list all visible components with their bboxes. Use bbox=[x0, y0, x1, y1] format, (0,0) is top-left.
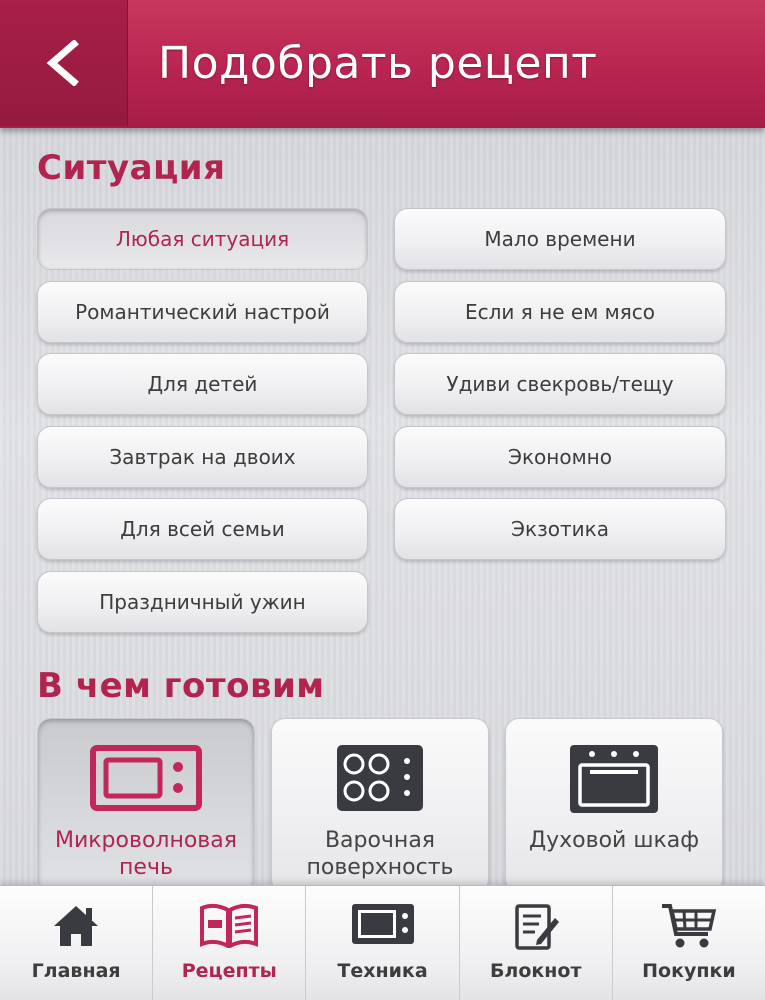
situation-option-little-time[interactable]: Мало времени bbox=[394, 208, 726, 270]
cooktop-icon bbox=[337, 745, 423, 811]
tab-shopping[interactable]: Покупки bbox=[613, 886, 765, 1000]
bottom-tab-bar: Главная Рецепты Техника Блокнот Покупки bbox=[0, 885, 765, 1000]
home-icon bbox=[54, 906, 99, 946]
situation-option-family[interactable]: Для всей семьи bbox=[37, 498, 368, 560]
tab-label: Блокнот bbox=[489, 960, 582, 982]
situation-option-breakfast[interactable]: Завтрак на двоих bbox=[37, 426, 368, 488]
cook-option-label: Духовой шкаф bbox=[528, 828, 700, 853]
tab-home[interactable]: Главная bbox=[0, 886, 154, 1000]
notepad-icon bbox=[514, 904, 559, 950]
content-area: Ситуация Любая ситуация Романтический на… bbox=[0, 128, 765, 885]
situation-option-holiday[interactable]: Праздничный ужин bbox=[37, 571, 368, 633]
cooking-title: В чем готовим bbox=[37, 666, 325, 706]
situation-option-romantic[interactable]: Романтический настрой bbox=[37, 281, 368, 343]
back-button[interactable] bbox=[0, 0, 128, 126]
tab-label: Рецепты bbox=[181, 960, 277, 982]
tab-label: Покупки bbox=[642, 960, 736, 982]
situation-option-surprise[interactable]: Удиви свекровь/тещу bbox=[394, 353, 726, 415]
cook-option-microwave[interactable]: Микроволновая печь bbox=[37, 718, 255, 885]
situation-option-kids[interactable]: Для детей bbox=[37, 353, 368, 415]
cook-option-label: Варочная поверхность bbox=[306, 828, 454, 880]
oven-icon bbox=[570, 745, 658, 813]
situation-option-any[interactable]: Любая ситуация bbox=[37, 208, 368, 270]
page-title: Подобрать рецепт bbox=[158, 38, 598, 89]
tab-notepad[interactable]: Блокнот bbox=[460, 886, 613, 1000]
cook-option-cooktop[interactable]: Варочная поверхность bbox=[271, 718, 489, 885]
microwave-icon bbox=[90, 745, 202, 811]
situation-option-no-meat[interactable]: Если я не ем мясо bbox=[394, 281, 726, 343]
situation-option-exotic[interactable]: Экзотика bbox=[394, 498, 726, 560]
cook-option-label: Микроволновая печь bbox=[54, 828, 237, 880]
tab-recipes[interactable]: Рецепты bbox=[153, 886, 307, 1000]
chevron-left-icon bbox=[46, 40, 79, 86]
situation-title: Ситуация bbox=[37, 148, 226, 188]
cart-icon bbox=[661, 904, 717, 948]
situation-option-economy[interactable]: Экономно bbox=[394, 426, 726, 488]
cook-option-oven[interactable]: Духовой шкаф bbox=[505, 718, 723, 885]
tab-label: Техника bbox=[337, 960, 428, 982]
header-bar: Подобрать рецепт bbox=[0, 0, 765, 128]
microwave-icon bbox=[351, 904, 414, 944]
tab-label: Главная bbox=[31, 960, 121, 982]
tab-appliances[interactable]: Техника bbox=[306, 886, 460, 1000]
book-icon bbox=[200, 903, 259, 948]
